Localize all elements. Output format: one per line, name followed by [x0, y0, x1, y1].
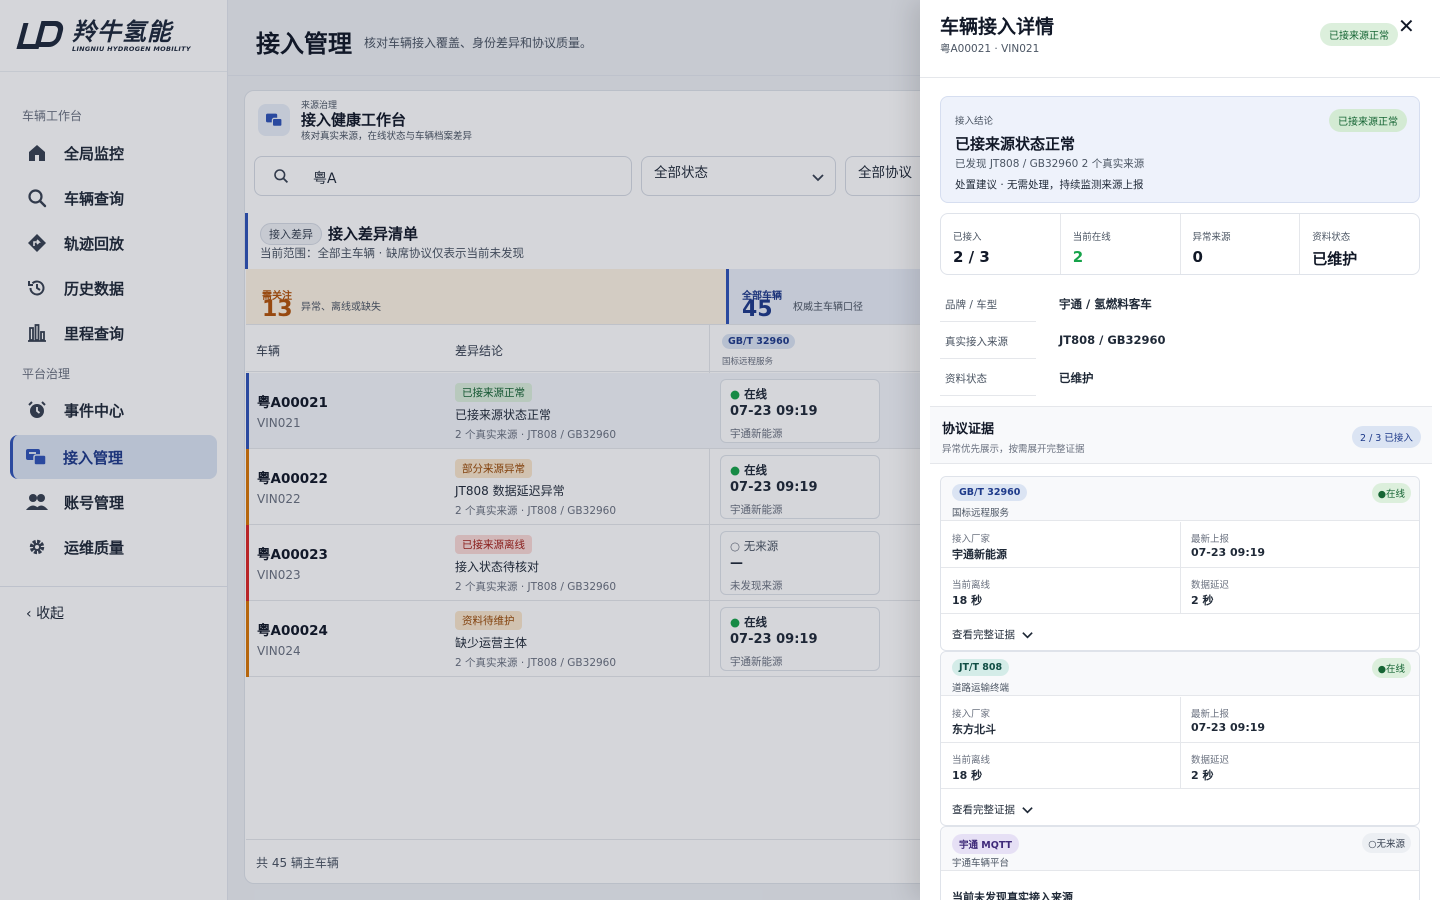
protocol-desc: 国标远程服务	[952, 508, 1010, 519]
metric-connected: 已接入 2 / 3	[941, 214, 1061, 274]
conclusion-kicker: 接入结论	[955, 116, 994, 127]
protocol-status: ●在线	[1371, 483, 1411, 503]
drawer-status-pill: 已接来源正常	[1320, 23, 1398, 46]
evidence-delay: 数据延迟 2 秒	[1180, 743, 1419, 789]
evidence-grid-divider	[1180, 697, 1181, 789]
evidence-last-report: 最新上报 07-23 09:19	[1180, 697, 1419, 743]
evidence-header: 宇通 MQTT 宇通车辆平台 ○无来源	[941, 827, 1419, 871]
evidence-label: 最新上报	[1191, 709, 1230, 720]
protocol-count-pill: 2 / 3 已接入	[1352, 426, 1421, 448]
info-value: 宇通 / 氢燃料客车	[1059, 297, 1152, 311]
metric-label: 当前在线	[1072, 232, 1111, 243]
metric-value: 已维护	[1312, 250, 1358, 268]
close-button[interactable]: ✕	[1398, 14, 1415, 38]
no-source-message: 当前未发现真实接入来源	[952, 891, 1073, 900]
conclusion-title: 已接来源状态正常	[955, 135, 1076, 153]
evidence-card-yutong-mqtt: 宇通 MQTT 宇通车辆平台 ○无来源 当前未发现真实接入来源	[940, 826, 1420, 900]
evidence-value: 07-23 09:19	[1191, 721, 1266, 734]
protocol-chip: JT/T 808	[952, 659, 1010, 676]
evidence-value: 东方北斗	[952, 723, 996, 736]
evidence-value: 2 秒	[1191, 594, 1214, 607]
metric-value: 2	[1072, 248, 1084, 266]
evidence-grid-divider	[1180, 522, 1181, 614]
metric-online: 当前在线 2	[1061, 214, 1181, 274]
chevron-down-icon[interactable]	[1021, 627, 1034, 646]
conclusion-pill: 已接来源正常	[1329, 109, 1407, 132]
info-row-profile: 资料状态 已维护	[940, 359, 1410, 396]
info-row-sources: 真实接入来源 JT808 / GB32960	[940, 322, 1410, 359]
evidence-value: 18 秒	[952, 769, 983, 782]
info-label: 真实接入来源	[945, 336, 1008, 348]
protocol-desc: 道路运输终端	[952, 683, 1010, 694]
protocol-status: ●在线	[1371, 658, 1411, 678]
close-icon: ✕	[1398, 14, 1415, 38]
evidence-label: 接入厂家	[952, 534, 991, 545]
access-conclusion-box: 接入结论 已接来源正常 已接来源状态正常 已发现 JT808 / GB32960…	[940, 96, 1420, 203]
evidence-label: 当前离线	[952, 755, 991, 766]
evidence-offline: 当前离线 18 秒	[941, 568, 1180, 614]
evidence-label: 数据延迟	[1191, 755, 1230, 766]
evidence-last-report: 最新上报 07-23 09:19	[1180, 522, 1419, 568]
metric-label: 资料状态	[1312, 232, 1351, 243]
evidence-card-gbt32960: GB/T 32960 国标远程服务 ●在线 接入厂家 宇通新能源 最新上报 07…	[940, 476, 1420, 651]
metric-label: 已接入	[953, 232, 982, 243]
info-divider	[940, 395, 1036, 396]
info-label: 资料状态	[945, 373, 987, 385]
info-row-brand: 品牌 / 车型 宇通 / 氢燃料客车	[940, 285, 1410, 322]
drawer-header-divider	[920, 77, 1440, 78]
metric-abnormal: 异常来源 0	[1181, 214, 1301, 274]
protocol-chip: GB/T 32960	[952, 484, 1028, 501]
evidence-value: 宇通新能源	[952, 548, 1007, 561]
evidence-header: JT/T 808 道路运输终端 ●在线	[941, 652, 1419, 696]
protocol-evidence-header: 协议证据 异常优先展示，按需展开完整证据 2 / 3 已接入	[930, 406, 1432, 464]
vehicle-access-drawer: 车辆接入详情 粤A00021 · VIN021 已接来源正常 ✕ 接入结论 已接…	[920, 0, 1440, 900]
evidence-label: 接入厂家	[952, 709, 991, 720]
view-full-evidence-button[interactable]: 查看完整证据	[952, 627, 1015, 642]
protocol-evidence-sub: 异常优先展示，按需展开完整证据	[942, 444, 1085, 455]
protocol-desc: 宇通车辆平台	[952, 858, 1010, 869]
protocol-status: ○无来源	[1362, 833, 1411, 853]
metric-label: 异常来源	[1192, 232, 1231, 243]
evidence-delay: 数据延迟 2 秒	[1180, 568, 1419, 614]
metrics-strip: 已接入 2 / 3 当前在线 2 异常来源 0 资料状态 已维护	[940, 213, 1420, 275]
evidence-label: 当前离线	[952, 580, 991, 591]
evidence-vendor: 接入厂家 宇通新能源	[941, 522, 1180, 568]
evidence-card-jtt808: JT/T 808 道路运输终端 ●在线 接入厂家 东方北斗 最新上报 07-23…	[940, 651, 1420, 826]
evidence-offline: 当前离线 18 秒	[941, 743, 1180, 789]
evidence-value: 07-23 09:19	[1191, 546, 1266, 559]
modal-overlay[interactable]	[0, 0, 920, 900]
evidence-value: 18 秒	[952, 594, 983, 607]
evidence-value: 2 秒	[1191, 769, 1214, 782]
metric-profile-status: 资料状态 已维护	[1300, 214, 1419, 274]
metric-value: 0	[1192, 248, 1203, 266]
drawer-title: 车辆接入详情	[940, 16, 1055, 38]
conclusion-sub: 已发现 JT808 / GB32960 2 个真实来源	[955, 158, 1145, 170]
conclusion-advice: 处置建议 · 无需处理，持续监测来源上报	[955, 179, 1144, 191]
protocol-evidence-title: 协议证据	[942, 422, 995, 437]
metric-value: 2 / 3	[953, 248, 990, 266]
evidence-vendor: 接入厂家 东方北斗	[941, 697, 1180, 743]
evidence-header: GB/T 32960 国标远程服务 ●在线	[941, 477, 1419, 521]
info-value: JT808 / GB32960	[1059, 333, 1166, 347]
evidence-label: 最新上报	[1191, 534, 1230, 545]
drawer-subtitle: 粤A00021 · VIN021	[940, 43, 1040, 55]
info-value: 已维护	[1059, 371, 1094, 385]
view-full-evidence-button[interactable]: 查看完整证据	[952, 802, 1015, 817]
protocol-chip: 宇通 MQTT	[952, 834, 1020, 854]
chevron-down-icon[interactable]	[1021, 802, 1034, 821]
info-label: 品牌 / 车型	[945, 299, 998, 311]
evidence-label: 数据延迟	[1191, 580, 1230, 591]
